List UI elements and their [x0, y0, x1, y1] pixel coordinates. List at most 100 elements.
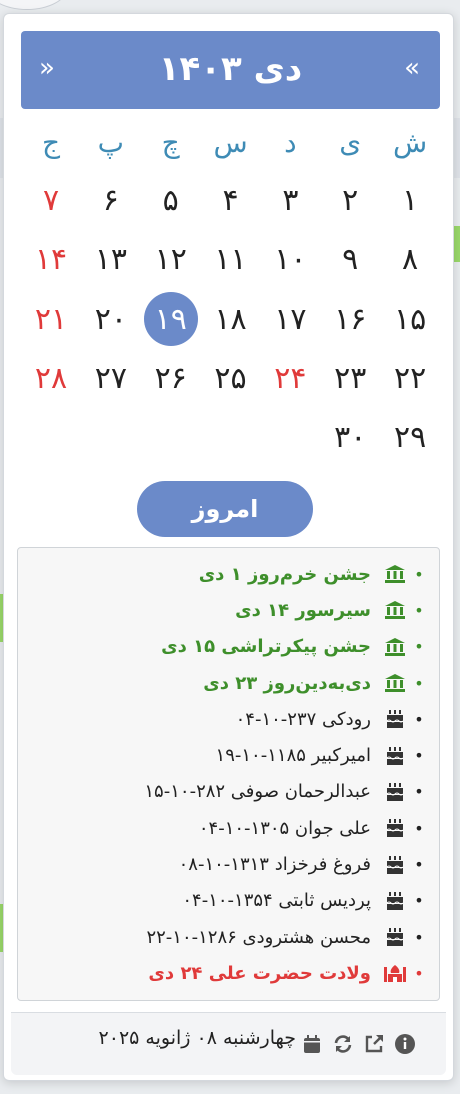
weekday-label: س [213, 125, 248, 159]
event-item: • جشن پیکرتراشی ۱۵ دی [18, 629, 429, 665]
weekday-label: ی [339, 125, 362, 159]
event-text: فروغ فرخزاد ۱۳۱۳-۱۰-۰۸ [178, 854, 371, 876]
day-cell[interactable]: ۶ [81, 170, 141, 230]
info-icon[interactable] [394, 1033, 416, 1055]
footer-toolbar [301, 1033, 416, 1055]
monument-icon [381, 563, 409, 585]
event-item: • رودکی ۲۳۷-۱۰-۰۴ [18, 701, 429, 737]
background-avatar [0, 0, 68, 10]
birthday-cake-icon [381, 926, 409, 948]
event-text: عبدالرحمان صوفی ۲۸۲-۱۰-۱۵ [144, 781, 371, 803]
current-date: چهارشنبه ۰۸ ژانویه ۲۰۲۵ [98, 1027, 296, 1049]
holiday-day-cell[interactable]: ۲۱ [21, 289, 81, 349]
mosque-icon [381, 962, 409, 984]
weekday-label: ج [41, 125, 61, 159]
week-row: ۱ ۲ ۳ ۴ ۵ ۶ ۷ [21, 170, 440, 230]
day-cell[interactable]: ۱۰ [260, 229, 320, 289]
day-cell[interactable]: ۲۰ [81, 289, 141, 349]
day-cell[interactable]: ۸ [380, 229, 440, 289]
event-item: • پردیس ثابتی ۱۳۵۴-۱۰-۰۴ [18, 883, 429, 919]
refresh-icon[interactable] [332, 1033, 354, 1055]
background-accent [454, 226, 460, 262]
today-marker: ۱۹ [143, 292, 198, 346]
week-row: ۲۲ ۲۳ ۲۴ ۲۵ ۲۶ ۲۷ ۲۸ [21, 348, 440, 408]
event-item: • محسن هشترودی ۱۲۸۶-۱۰-۲۲ [18, 919, 429, 955]
bullet: • [414, 746, 424, 766]
birthday-cake-icon [381, 708, 409, 730]
week-row: ۸ ۹ ۱۰ ۱۱ ۱۲ ۱۳ ۱۴ [21, 229, 440, 289]
events-list: • جشن خرم‌روز ۱ دی • سیرسور ۱۴ دی • جشن … [17, 547, 440, 1001]
event-text: سیرسور ۱۴ دی [235, 599, 371, 621]
event-item: • دی‌به‌دین‌روز ۲۳ دی [18, 665, 429, 701]
event-text: علی جوان ۱۳۰۵-۱۰-۰۴ [198, 817, 371, 839]
weekday-header: ش ی د س چ پ ج [21, 112, 440, 172]
calendar-header: » دی ۱۴۰۳ « [21, 31, 440, 109]
event-text: جشن خرم‌روز ۱ دی [198, 563, 371, 585]
day-cell[interactable]: ۲۲ [380, 348, 440, 408]
prev-month-button[interactable]: « [404, 51, 420, 85]
event-item: • ولادت حضرت علی ۲۴ دی [18, 955, 429, 991]
day-cell[interactable]: ۲ [320, 170, 380, 230]
birthday-cake-icon [381, 781, 409, 803]
holiday-day-cell[interactable]: ۲۸ [21, 348, 81, 408]
weekday-label: چ [161, 125, 180, 159]
day-cell[interactable]: ۱۸ [201, 289, 261, 349]
day-cell[interactable]: ۱۶ [320, 289, 380, 349]
holiday-day-cell[interactable]: ۷ [21, 170, 81, 230]
event-item: • امیرکبیر ۱۱۸۵-۱۰-۱۹ [18, 737, 429, 773]
week-row: ۱۵ ۱۶ ۱۷ ۱۸ ۱۹ ۲۰ ۲۱ [21, 289, 440, 349]
week-row: ۲۹ ۳۰ [21, 407, 440, 467]
birthday-cake-icon [381, 890, 409, 912]
event-item: • سیرسور ۱۴ دی [18, 592, 429, 628]
holiday-day-cell[interactable]: ۱۴ [21, 229, 81, 289]
weekday-label: ش [392, 125, 428, 159]
external-link-icon[interactable] [363, 1033, 385, 1055]
bullet: • [414, 891, 424, 911]
bullet: • [414, 600, 424, 620]
day-cell[interactable]: ۱۱ [201, 229, 261, 289]
event-item: • جشن خرم‌روز ۱ دی [18, 556, 429, 592]
monument-icon [381, 672, 409, 694]
birthday-cake-icon [381, 854, 409, 876]
holiday-day-cell[interactable]: ۲۴ [260, 348, 320, 408]
day-cell[interactable]: ۲۹ [380, 407, 440, 467]
day-cell[interactable]: ۲۳ [320, 348, 380, 408]
today-day-cell[interactable]: ۱۹ [141, 289, 201, 349]
day-cell[interactable]: ۲۶ [141, 348, 201, 408]
month-title[interactable]: دی ۱۴۰۳ [121, 49, 340, 89]
calendar-footer: چهارشنبه ۰۸ ژانویه ۲۰۲۵ [11, 1012, 446, 1075]
day-cell[interactable]: ۲۷ [81, 348, 141, 408]
day-cell[interactable]: ۱۷ [260, 289, 320, 349]
date-picker-popup: » دی ۱۴۰۳ « ش ی د س چ پ ج ۱ ۲ ۳ ۴ ۵ ۶ ۷ … [3, 13, 454, 1081]
event-text: امیرکبیر ۱۱۸۵-۱۰-۱۹ [215, 745, 371, 767]
day-cell[interactable]: ۴ [201, 170, 261, 230]
bullet: • [414, 673, 424, 693]
day-cell[interactable]: ۱۲ [141, 229, 201, 289]
next-month-button[interactable]: » [39, 51, 55, 85]
monument-icon [381, 599, 409, 621]
event-text: پردیس ثابتی ۱۳۵۴-۱۰-۰۴ [182, 890, 371, 912]
day-cell[interactable]: ۱۵ [380, 289, 440, 349]
bullet: • [414, 564, 424, 584]
bullet: • [414, 818, 424, 838]
birthday-cake-icon [381, 745, 409, 767]
day-cell[interactable]: ۲۵ [201, 348, 261, 408]
day-cell[interactable]: ۵ [141, 170, 201, 230]
event-item: • علی جوان ۱۳۰۵-۱۰-۰۴ [18, 810, 429, 846]
day-cell[interactable]: ۳۰ [320, 407, 380, 467]
weekday-label: د [284, 125, 297, 159]
calendar-icon[interactable] [301, 1033, 323, 1055]
today-button[interactable]: امروز [137, 481, 313, 537]
day-cell[interactable]: ۱ [380, 170, 440, 230]
event-text: دی‌به‌دین‌روز ۲۳ دی [203, 672, 371, 694]
bullet: • [414, 782, 424, 802]
bullet: • [414, 855, 424, 875]
weekday-label: پ [97, 125, 125, 159]
monument-icon [381, 636, 409, 658]
day-cell[interactable]: ۱۳ [81, 229, 141, 289]
event-text: رودکی ۲۳۷-۱۰-۰۴ [235, 708, 371, 730]
event-item: • فروغ فرخزاد ۱۳۱۳-۱۰-۰۸ [18, 846, 429, 882]
birthday-cake-icon [381, 817, 409, 839]
day-cell[interactable]: ۹ [320, 229, 380, 289]
day-cell[interactable]: ۳ [260, 170, 320, 230]
